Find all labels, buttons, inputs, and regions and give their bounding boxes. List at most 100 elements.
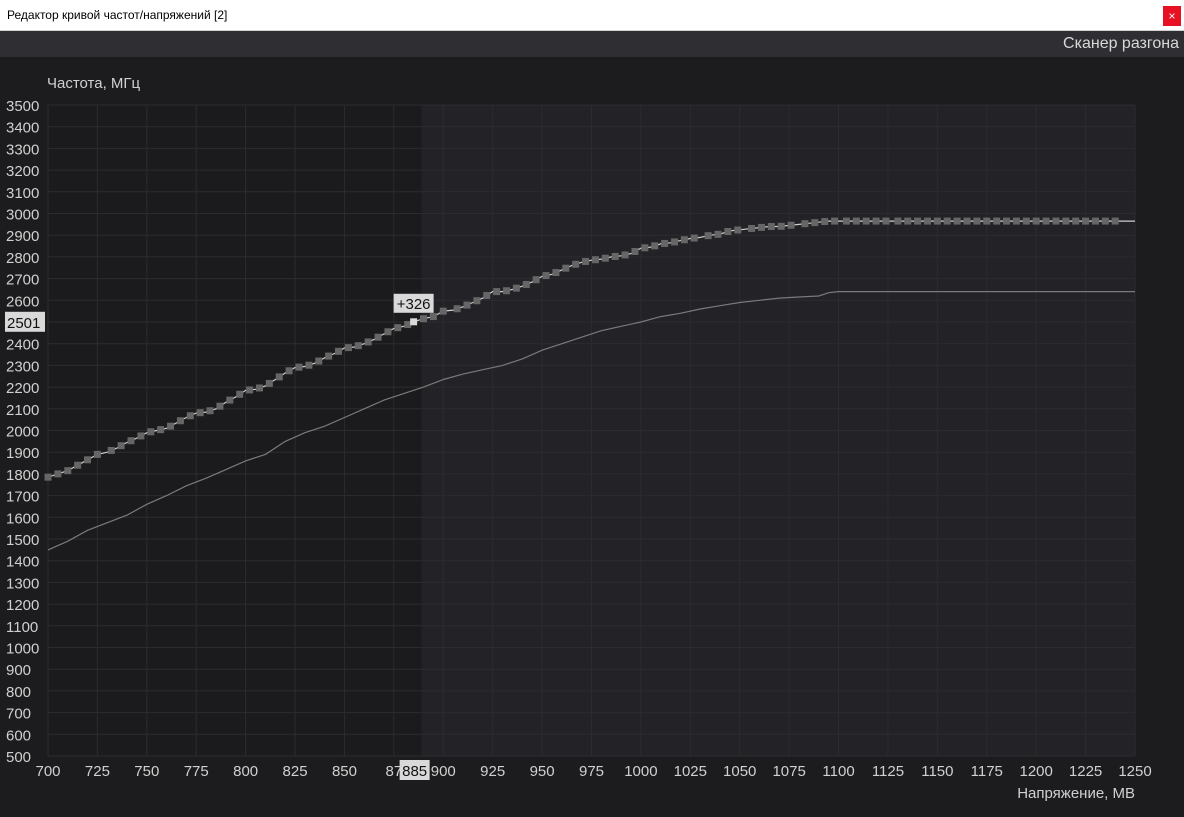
curve-point[interactable]	[44, 473, 52, 481]
curve-point[interactable]	[93, 450, 101, 458]
close-button[interactable]: ×	[1163, 6, 1181, 26]
oc-scanner-button[interactable]: Сканер разгона	[1063, 35, 1179, 53]
curve-point[interactable]	[354, 342, 362, 350]
curve-point[interactable]	[325, 352, 333, 360]
curve-point[interactable]	[315, 357, 323, 365]
curve-point[interactable]	[983, 217, 991, 225]
curve-point[interactable]	[552, 269, 560, 277]
curve-point[interactable]	[473, 297, 481, 305]
curve-point[interactable]	[651, 242, 659, 250]
curve-point[interactable]	[1082, 217, 1090, 225]
curve-point[interactable]	[914, 217, 922, 225]
curve-point[interactable]	[842, 217, 850, 225]
curve-point[interactable]	[661, 239, 669, 247]
curve-point[interactable]	[690, 234, 698, 242]
vf-curve-chart[interactable]: Частота, МГц Напряжение, МВ 500 600 700 800…	[0, 57, 1184, 817]
curve-point[interactable]	[420, 315, 428, 323]
curve-point[interactable]	[1052, 217, 1060, 225]
curve-point[interactable]	[285, 367, 293, 375]
curve-point[interactable]	[344, 344, 352, 352]
curve-point[interactable]	[493, 288, 501, 296]
curve-point[interactable]	[483, 292, 491, 300]
curve-point[interactable]	[429, 313, 437, 321]
curve-point[interactable]	[522, 280, 530, 288]
curve-point[interactable]	[1101, 217, 1109, 225]
curve-point[interactable]	[137, 432, 145, 440]
curve-point[interactable]	[714, 230, 722, 238]
curve-point[interactable]	[591, 256, 599, 264]
curve-point[interactable]	[767, 223, 775, 231]
curve-point[interactable]	[748, 224, 756, 232]
curve-point[interactable]	[206, 407, 214, 415]
curve-point[interactable]	[186, 412, 194, 420]
curve-point[interactable]	[811, 219, 819, 227]
curve-point[interactable]	[943, 217, 951, 225]
curve-point[interactable]	[572, 260, 580, 268]
curve-point[interactable]	[374, 333, 382, 341]
curve-point[interactable]	[157, 426, 165, 434]
curve-point[interactable]	[453, 305, 461, 313]
selected-curve-point[interactable]	[410, 318, 418, 326]
curve-point[interactable]	[54, 470, 62, 478]
curve-point[interactable]	[265, 379, 273, 387]
curve-point[interactable]	[923, 217, 931, 225]
curve-point[interactable]	[1072, 217, 1080, 225]
curve-point[interactable]	[117, 442, 125, 450]
curve-point[interactable]	[933, 217, 941, 225]
curve-point[interactable]	[1022, 217, 1030, 225]
curve-point[interactable]	[671, 238, 679, 246]
curve-point[interactable]	[246, 386, 254, 394]
curve-point[interactable]	[226, 396, 234, 404]
curve-point[interactable]	[821, 218, 829, 226]
curve-point[interactable]	[1012, 217, 1020, 225]
curve-point[interactable]	[196, 409, 204, 417]
curve-point[interactable]	[734, 226, 742, 234]
curve-point[interactable]	[107, 446, 115, 454]
curve-point[interactable]	[216, 402, 224, 410]
curve-point[interactable]	[439, 307, 447, 315]
curve-point[interactable]	[176, 417, 184, 425]
curve-point[interactable]	[601, 254, 609, 262]
curve-point[interactable]	[831, 217, 839, 225]
curve-point[interactable]	[1032, 217, 1040, 225]
curve-point[interactable]	[167, 422, 175, 430]
curve-point[interactable]	[335, 347, 343, 355]
curve-point[interactable]	[787, 221, 795, 229]
curve-point[interactable]	[904, 217, 912, 225]
curve-point[interactable]	[680, 236, 688, 244]
curve-point[interactable]	[503, 287, 511, 295]
curve-point[interactable]	[364, 338, 372, 346]
curve-point[interactable]	[724, 228, 732, 236]
curve-point[interactable]	[963, 217, 971, 225]
curve-point[interactable]	[236, 390, 244, 398]
curve-point[interactable]	[512, 284, 520, 292]
curve-point[interactable]	[882, 217, 890, 225]
curve-point[interactable]	[973, 217, 981, 225]
curve-point[interactable]	[532, 276, 540, 284]
curve-point[interactable]	[64, 467, 72, 475]
curve-point[interactable]	[394, 324, 402, 332]
curve-point[interactable]	[894, 217, 902, 225]
curve-point[interactable]	[1062, 217, 1070, 225]
curve-point[interactable]	[993, 217, 1001, 225]
curve-point[interactable]	[1111, 217, 1119, 225]
curve-point[interactable]	[862, 217, 870, 225]
curve-point[interactable]	[582, 257, 590, 265]
curve-point[interactable]	[852, 217, 860, 225]
curve-point[interactable]	[801, 220, 809, 228]
curve-point[interactable]	[631, 247, 639, 255]
curve-point[interactable]	[275, 373, 283, 381]
curve-point[interactable]	[305, 361, 313, 369]
curve-point[interactable]	[757, 223, 765, 231]
curve-point[interactable]	[777, 222, 785, 230]
curve-point[interactable]	[704, 232, 712, 240]
curve-point[interactable]	[295, 363, 303, 371]
curve-point[interactable]	[384, 328, 392, 336]
curve-point[interactable]	[872, 217, 880, 225]
curve-point[interactable]	[255, 384, 263, 392]
curve-point[interactable]	[1091, 217, 1099, 225]
curve-point[interactable]	[621, 251, 629, 259]
curve-point[interactable]	[562, 264, 570, 272]
curve-point[interactable]	[463, 301, 471, 309]
curve-point[interactable]	[641, 244, 649, 252]
